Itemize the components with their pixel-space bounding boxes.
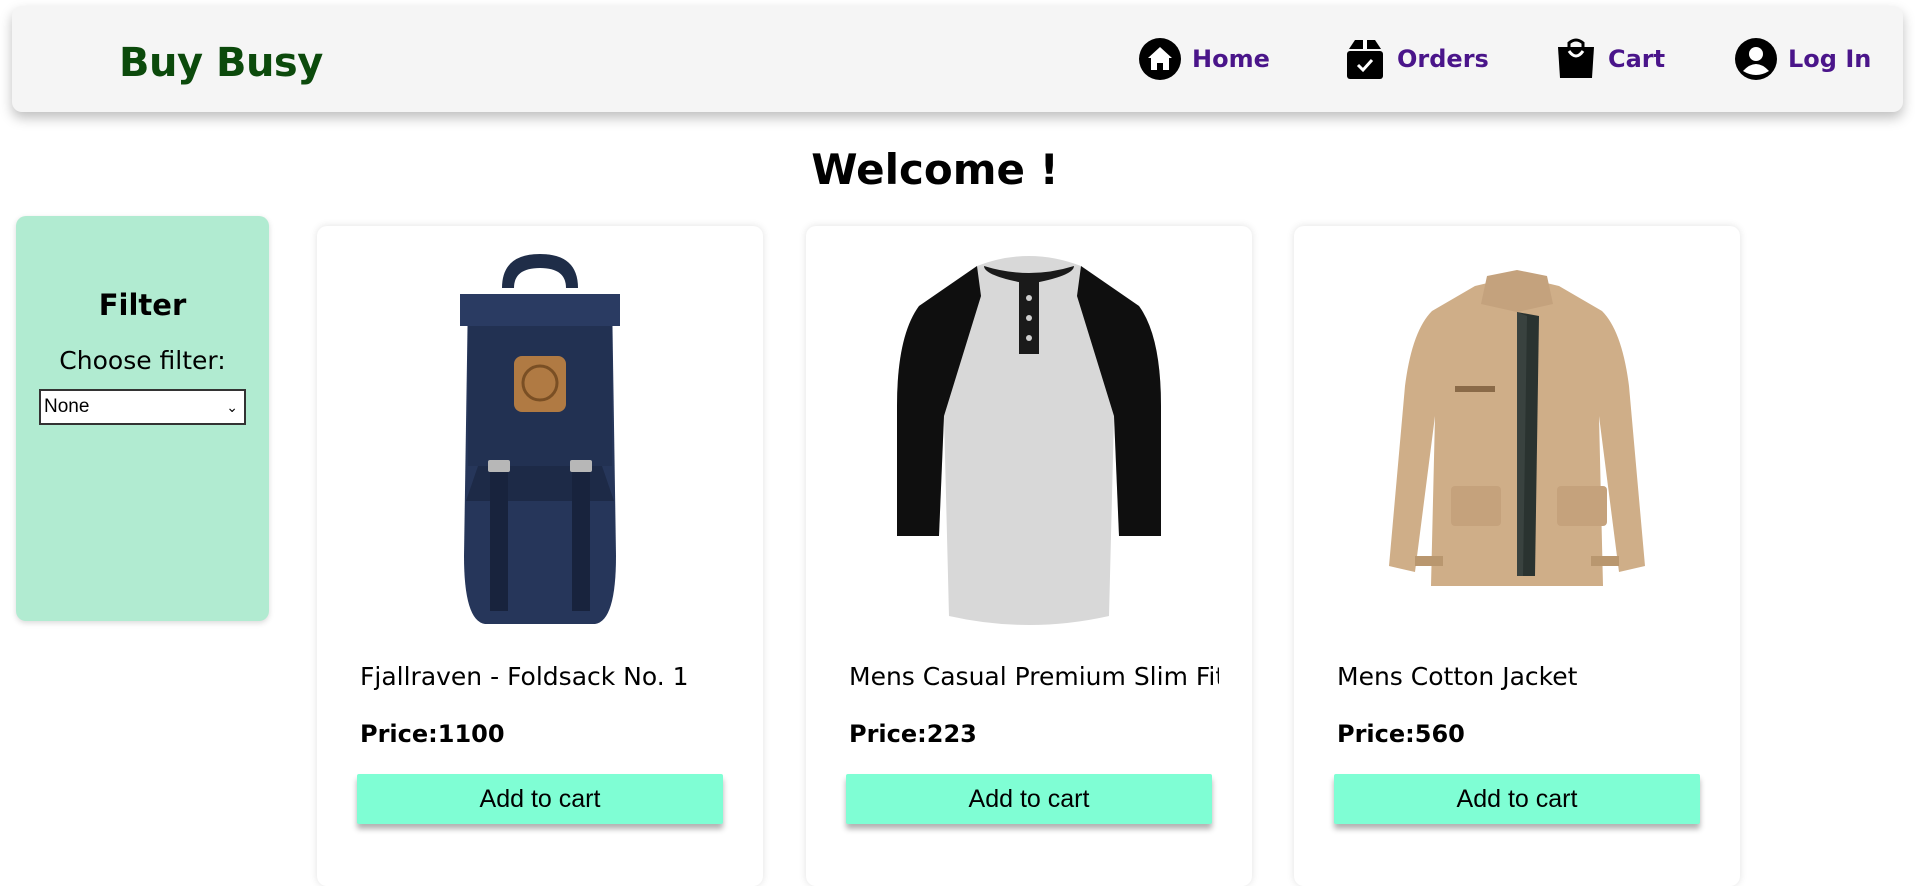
product-title: Fjallraven - Foldsack No. 1: [360, 662, 689, 691]
add-to-cart-button[interactable]: Add to cart: [357, 774, 723, 824]
chevron-down-icon: ⌄: [226, 398, 238, 415]
filter-selected-value: None: [44, 396, 90, 417]
product-title: Mens Cotton Jacket: [1337, 662, 1578, 691]
navbar: Buy Busy Home Orders Cart Log In: [12, 6, 1903, 112]
nav-login[interactable]: Log In: [1734, 34, 1871, 84]
box-check-icon: [1343, 37, 1387, 81]
product-image-backpack[interactable]: [317, 236, 763, 636]
nav-cart[interactable]: Cart: [1554, 34, 1665, 84]
filter-title: Filter: [98, 288, 187, 322]
shopping-bag-icon: [1554, 37, 1598, 81]
brand-logo[interactable]: Buy Busy: [119, 40, 323, 86]
nav-home-label: Home: [1192, 45, 1270, 73]
product-title: Mens Casual Premium Slim Fit T-: [849, 662, 1219, 691]
filter-label: Choose filter:: [59, 346, 226, 375]
user-circle-icon: [1734, 37, 1778, 81]
product-card: Fjallraven - Foldsack No. 1 Price:1100 A…: [317, 226, 763, 886]
product-card: Mens Casual Premium Slim Fit T- Price:22…: [806, 226, 1252, 886]
home-icon: [1138, 37, 1182, 81]
product-image-tshirt[interactable]: [806, 236, 1252, 636]
product-price: Price:1100: [360, 720, 505, 748]
product-price: Price:223: [849, 720, 977, 748]
nav-cart-label: Cart: [1608, 45, 1666, 73]
nav-home[interactable]: Home: [1138, 34, 1270, 84]
product-card: Mens Cotton Jacket Price:560 Add to cart: [1294, 226, 1740, 886]
add-to-cart-button[interactable]: Add to cart: [846, 774, 1212, 824]
add-to-cart-button[interactable]: Add to cart: [1334, 774, 1700, 824]
filter-panel: Filter Choose filter: None ⌄: [16, 216, 269, 621]
backpack-image: [460, 254, 620, 624]
nav-orders-label: Orders: [1397, 45, 1489, 73]
product-image-jacket[interactable]: [1294, 236, 1740, 636]
nav-login-label: Log In: [1788, 45, 1872, 73]
welcome-text: Welcome !: [811, 145, 1059, 194]
cotton-jacket-image: [1389, 270, 1645, 586]
filter-select[interactable]: None ⌄: [39, 389, 246, 425]
product-price: Price:560: [1337, 720, 1465, 748]
nav-orders[interactable]: Orders: [1343, 34, 1489, 84]
raglan-tshirt-image: [897, 256, 1161, 625]
welcome-heading: Welcome !: [0, 145, 1915, 194]
